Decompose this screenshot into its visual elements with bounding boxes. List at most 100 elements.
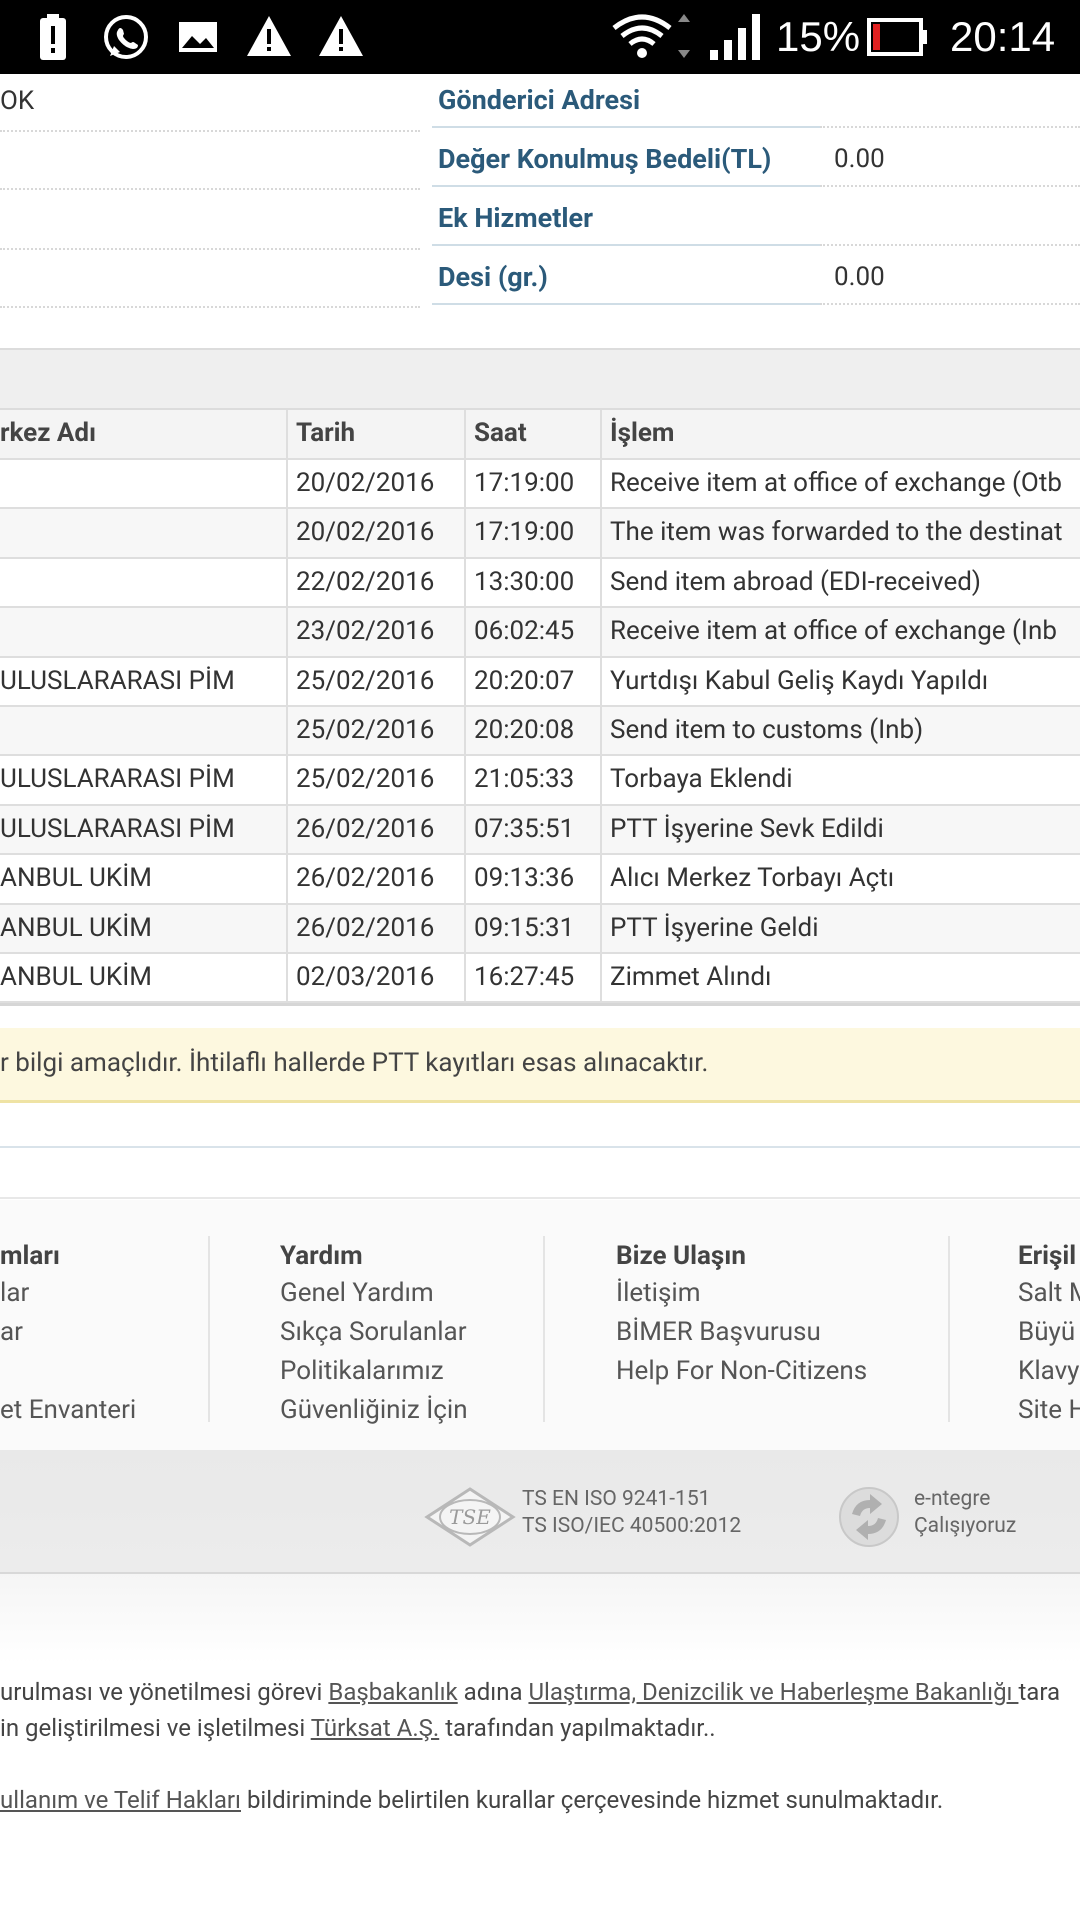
cell-islem: Alıcı Merkez Torbayı Açtı [610,863,895,894]
info-row-declared-value: Değer Konulmuş Bedeli(TL) 0.00 [432,131,1080,189]
cell-tarih: 25/02/2016 [288,706,466,755]
cell-islem: PTT İşyerine Geldi [610,912,819,943]
cell-merkez: ULUSLARARASI PİM [0,756,288,804]
cell-tarih: 25/02/2016 [288,657,466,705]
cell-merkez: ULUSLARARASI PİM [0,657,288,705]
cell-saat: 21:05:33 [466,756,602,804]
cell-tarih: 23/02/2016 [288,608,466,656]
footer-link[interactable] [0,1352,136,1391]
footer-link[interactable]: Site H [1018,1391,1080,1430]
info-label: Gönderici Adresi [432,72,820,128]
battery-icon [867,18,927,56]
whatsapp-icon [104,15,148,59]
cell-tarih: 25/02/2016 [288,756,466,804]
ministry-link[interactable]: Ulaştırma, Denizcilik ve Haberleşme Baka… [528,1678,1018,1706]
table-row: 20/02/2016 17:19:00 Receive item at offi… [0,460,1080,510]
turksat-link[interactable]: Türksat A.Ş. [311,1714,440,1742]
certification-band: TSE TS EN ISO 9241-151 TS ISO/IEC 40500:… [0,1450,1080,1574]
cell-merkez [0,608,288,656]
footer-link[interactable]: Politikalarımız [280,1352,468,1391]
cell-saat: 09:15:31 [466,904,602,952]
footer-heading: Erişil [1018,1241,1077,1271]
disclaimer-notice: r bilgi amaçlıdır. İhtilaflı hallerde PT… [0,1028,1080,1103]
footer-link[interactable]: Güvenliğiniz İçin [280,1391,468,1430]
clock: 20:14 [950,13,1056,60]
info-left-row [0,248,420,308]
footer-links: mları lar ar et Envanteri Yardım Genel Y… [0,1200,1080,1450]
cell-saat: 13:30:00 [466,558,602,607]
cell-merkez [0,509,288,557]
gallery-icon [179,22,217,52]
footer-link[interactable]: Klavy [1018,1352,1080,1391]
info-left-row [0,130,420,190]
footer-link[interactable]: Büyü [1018,1313,1080,1352]
info-left-row: OK [0,72,420,132]
cell-saat: 17:19:00 [466,509,602,557]
cell-saat: 17:19:00 [466,460,602,508]
table-row: ANBUL UKİM 26/02/2016 09:13:36 Alıcı Mer… [0,855,1080,905]
info-label: Ek Hizmetler [432,190,820,246]
divider [0,1197,1080,1199]
legal-text: tarafından yapılmaktadır.. [439,1714,716,1742]
column-header-tarih: Tarih [288,410,466,458]
info-row-desi: Desi (gr.) 0.00 [432,249,1080,307]
cell-merkez: ANBUL UKİM [0,953,288,1002]
table-header-row: rkez Adı Tarih Saat İşlem [0,410,1080,460]
iso-line-2: TS ISO/IEC 40500:2012 [522,1514,742,1538]
legal-line-1: urulması ve yönetilmesi görevi Başbakanl… [0,1678,1060,1706]
alert-battery-icon [40,14,66,60]
info-value: 0.00 [820,249,1080,305]
cell-merkez: ANBUL UKİM [0,904,288,952]
e-ntegre-line-1: e-ntegre [914,1487,991,1511]
info-value: 0.00 [820,131,1080,187]
footer-heading: mları [0,1241,60,1271]
footer-heading: Yardım [280,1241,363,1271]
cell-merkez [0,460,288,508]
tse-logo-icon: TSE [424,1487,516,1547]
cell-islem: The item was forwarded to the destinat [610,517,1063,548]
cell-tarih: 26/02/2016 [288,904,466,952]
cell-tarih: 26/02/2016 [288,855,466,903]
cell-saat: 20:20:08 [466,706,602,755]
footer-link[interactable]: İletişim [616,1274,867,1313]
footer-link[interactable]: et Envanteri [0,1391,136,1430]
info-value [820,72,1080,128]
cell-tarih: 02/03/2016 [288,953,466,1002]
iso-standard-text: TS EN ISO 9241-151 TS ISO/IEC 40500:2012 [522,1486,741,1540]
table-row: ANBUL UKİM 02/03/2016 16:27:45 Zimmet Al… [0,953,1080,1004]
terms-copyright-link[interactable]: ullanım ve Telif Hakları [0,1786,241,1814]
table-row: ULUSLARARASI PİM 26/02/2016 07:35:51 PTT… [0,805,1080,856]
legal-text: tara [1018,1678,1061,1706]
cell-saat: 16:27:45 [466,953,602,1002]
cell-tarih: 26/02/2016 [288,805,466,854]
cell-tarih: 22/02/2016 [288,558,466,607]
column-header-saat: Saat [466,410,602,458]
footer-link[interactable]: Genel Yardım [280,1274,468,1313]
basbakanlik-link[interactable]: Başbakanlık [328,1678,457,1706]
column-separator [208,1236,210,1422]
battery-percent: 15% [776,13,861,60]
cell-islem: Receive item at office of exchange (Inb [610,616,1057,647]
iso-line-1: TS EN ISO 9241-151 [522,1487,711,1511]
info-row-extra-services: Ek Hizmetler [432,190,1080,248]
cell-merkez: ANBUL UKİM [0,855,288,903]
svg-text:TSE: TSE [449,1505,491,1529]
cell-saat: 20:20:07 [466,657,602,705]
cell-merkez [0,558,288,607]
e-ntegre-line-2: Çalışıyoruz [914,1514,1017,1538]
cell-saat: 09:13:36 [466,855,602,903]
footer-link[interactable]: Help For Non-Citizens [616,1352,867,1391]
cell-islem: Zimmet Alındı [610,961,772,992]
footer-link[interactable]: BİMER Başvurusu [616,1313,867,1352]
footer-link[interactable]: Sıkça Sorulanlar [280,1313,468,1352]
cell-islem: Send item abroad (EDI-received) [610,566,981,597]
cell-islem: Yurtdışı Kabul Geliş Kaydı Yapıldı [610,665,989,696]
e-ntegre-text: e-ntegre Çalışıyoruz [914,1486,1016,1540]
column-header-islem: İşlem [610,418,675,448]
footer-link[interactable]: Salt M [1018,1274,1080,1313]
footer-heading: Bize Ulaşın [616,1241,746,1271]
cell-merkez: ULUSLARARASI PİM [0,805,288,854]
footer-link[interactable]: ar [0,1313,136,1352]
cell-tarih: 20/02/2016 [288,460,466,508]
footer-link[interactable]: lar [0,1274,136,1313]
